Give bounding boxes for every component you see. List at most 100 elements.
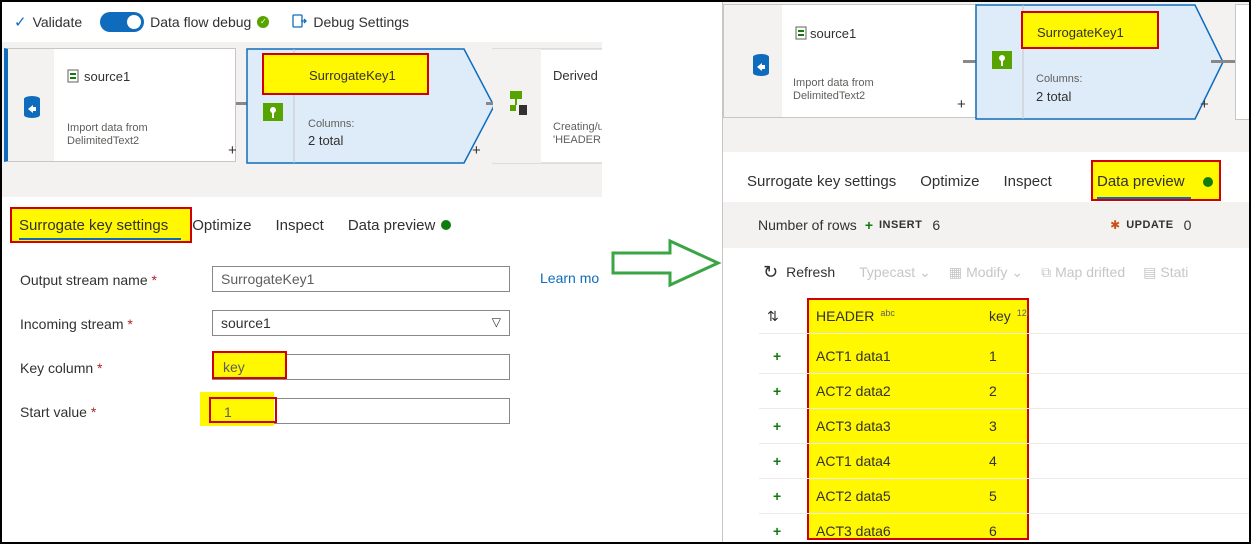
number-type-icon: 12l — [1016, 308, 1029, 318]
add-transform-button-2[interactable]: + — [472, 142, 481, 159]
key-column-title[interactable]: key 12l — [989, 308, 1029, 324]
derived-node-title: Derived — [553, 68, 598, 83]
preview-source-node[interactable]: source1 Import data from DelimitedText2 — [723, 4, 979, 118]
table-row[interactable]: + ACT2 data5 5 — [723, 479, 1249, 514]
status-dot-icon — [441, 220, 452, 230]
modify-button[interactable]: ▦ Modify ⌄ — [949, 264, 1023, 281]
screenshot-frame: ✓ Validate Data flow debug ✓ Debug Setti… — [0, 0, 1251, 544]
preview-surrogate-columns-label: Columns: — [1036, 73, 1083, 85]
refresh-button[interactable]: ↻ Refresh — [763, 262, 835, 283]
tab-optimize[interactable]: Optimize — [180, 217, 263, 234]
derived-node-sub2: 'HEADER, — [553, 134, 602, 146]
row-insert-icon: + — [773, 418, 782, 434]
right-panel: source1 Import data from DelimitedText2 … — [722, 2, 1249, 542]
update-star-icon: ✱ — [1110, 218, 1121, 232]
row-insert-icon: + — [773, 383, 782, 399]
derived-node-sub1: Creating/u — [553, 121, 602, 133]
source-database-icon — [24, 96, 40, 118]
source-node[interactable]: source1 Import data from DelimitedText2 — [4, 48, 236, 162]
surrogate-key-icon — [263, 103, 283, 121]
statistics-icon: ▤ — [1143, 263, 1157, 280]
incoming-stream-label: Incoming stream * — [20, 316, 133, 332]
preview-tab-inspect[interactable]: Inspect — [991, 173, 1063, 190]
learn-more-link[interactable]: Learn mo — [540, 270, 599, 286]
data-preview-tab-highlight[interactable]: Data preview — [1091, 160, 1221, 201]
output-stream-label: Output stream name * — [20, 272, 157, 288]
typecast-button[interactable]: Typecast ⌄ — [859, 264, 931, 281]
active-tab-underline — [19, 238, 181, 240]
refresh-icon: ↻ — [763, 261, 779, 282]
table-row[interactable]: + ACT3 data3 3 — [723, 409, 1249, 444]
preview-surrogate-key-icon — [992, 51, 1012, 69]
insert-plus-icon: + — [864, 217, 873, 233]
row-insert-icon: + — [773, 348, 782, 364]
source-node-sub2: DelimitedText2 — [67, 135, 140, 147]
transition-arrow-icon — [611, 238, 722, 288]
dataflow-canvas-preview: source1 Import data from DelimitedText2 … — [723, 2, 1249, 152]
table-row[interactable]: + ACT1 data1 1 — [723, 339, 1249, 374]
cell-key: 4 — [989, 453, 997, 469]
rows-count-label: Number of rows — [758, 217, 857, 233]
add-transform-button[interactable]: + — [228, 142, 237, 159]
debug-settings-icon — [291, 13, 308, 32]
preview-status-dot-icon — [1203, 177, 1213, 187]
debug-ok-icon: ✓ — [257, 16, 270, 28]
preview-tab-optimize[interactable]: Optimize — [908, 173, 991, 190]
tab-inspect[interactable]: Inspect — [263, 217, 335, 234]
source-node-sub1: Import data from — [67, 122, 148, 134]
preview-connector-2 — [1211, 60, 1235, 63]
surrogate-node-title: SurrogateKey1 — [309, 68, 396, 83]
header-column-title[interactable]: HEADER abc — [816, 308, 895, 324]
output-stream-input[interactable]: SurrogateKey1 — [212, 266, 510, 292]
map-drifted-icon: ⧉ — [1041, 263, 1052, 280]
chevron-down-icon: ▽ — [491, 315, 501, 329]
preview-active-tab-underline — [1097, 197, 1191, 199]
grid-header-row: ⇅ HEADER abc key 12l — [759, 298, 1249, 334]
table-row[interactable]: + ACT2 data2 2 — [723, 374, 1249, 409]
tab-surrogate-key-settings[interactable]: Surrogate key settings — [7, 217, 180, 234]
table-row[interactable]: + ACT1 data4 4 — [723, 444, 1249, 479]
derived-node[interactable]: Derived Creating/u 'HEADER, — [492, 48, 602, 164]
preview-add-transform-button-2[interactable]: + — [1200, 96, 1209, 113]
cell-header: ACT3 data6 — [816, 523, 891, 539]
string-type-icon: abc — [880, 308, 895, 318]
data-flow-debug-toggle[interactable]: Data flow debug ✓ — [100, 12, 270, 32]
statistics-button[interactable]: ▤ Stati — [1143, 264, 1188, 281]
preview-surrogate-title: SurrogateKey1 — [1037, 25, 1124, 40]
tab-data-preview-label: Data preview — [347, 216, 436, 234]
dataflow-canvas: source1 Import data from DelimitedText2 … — [2, 42, 602, 197]
preview-settings-tabs: Surrogate key settings Optimize Inspect — [735, 170, 1064, 192]
preview-add-transform-button[interactable]: + — [957, 96, 966, 113]
row-insert-icon: + — [773, 488, 782, 504]
chevron-down-icon: ⌄ — [1011, 263, 1024, 280]
preview-source-file-icon — [795, 26, 807, 40]
preview-tab-surrogate-key-settings[interactable]: Surrogate key settings — [735, 173, 908, 190]
derived-column-icon — [510, 91, 527, 115]
table-row[interactable]: + ACT3 data6 6 — [723, 514, 1249, 542]
cell-key: 6 — [989, 523, 997, 539]
tab-data-preview[interactable]: Data preview — [336, 217, 464, 234]
preview-surrogate-title-highlight: SurrogateKey1 — [1021, 11, 1159, 49]
modify-icon: ▦ — [948, 263, 963, 280]
debug-settings-label: Debug Settings — [313, 14, 410, 30]
row-insert-icon: + — [773, 453, 782, 469]
preview-derived-node-edge — [1235, 4, 1249, 120]
sort-icon[interactable]: ⇅ — [767, 308, 779, 325]
toggle-switch[interactable] — [100, 12, 145, 32]
cell-key: 3 — [989, 418, 997, 434]
key-column-value: key — [223, 359, 245, 375]
start-value-highlight: 1 — [209, 397, 277, 423]
cell-header: ACT1 data4 — [816, 453, 891, 469]
preview-command-bar: ↻ Refresh Typecast ⌄ ▦ Modify ⌄ ⧉ Map drifte… — [723, 258, 1249, 286]
insert-count: 6 — [932, 217, 941, 233]
cell-key: 1 — [989, 348, 997, 364]
map-drifted-button[interactable]: ⧉ Map drifted — [1041, 264, 1125, 281]
debug-settings-button[interactable]: Debug Settings — [291, 13, 409, 32]
cell-header: ACT2 data2 — [816, 383, 891, 399]
start-value-value: 1 — [224, 404, 232, 420]
cell-header: ACT3 data3 — [816, 418, 891, 434]
validate-button[interactable]: ✓ Validate — [14, 13, 82, 31]
incoming-stream-select[interactable]: source1 ▽ — [212, 310, 510, 336]
preview-source-sub1: Import data from — [793, 77, 874, 89]
left-panel: ✓ Validate Data flow debug ✓ Debug Setti… — [2, 2, 602, 542]
